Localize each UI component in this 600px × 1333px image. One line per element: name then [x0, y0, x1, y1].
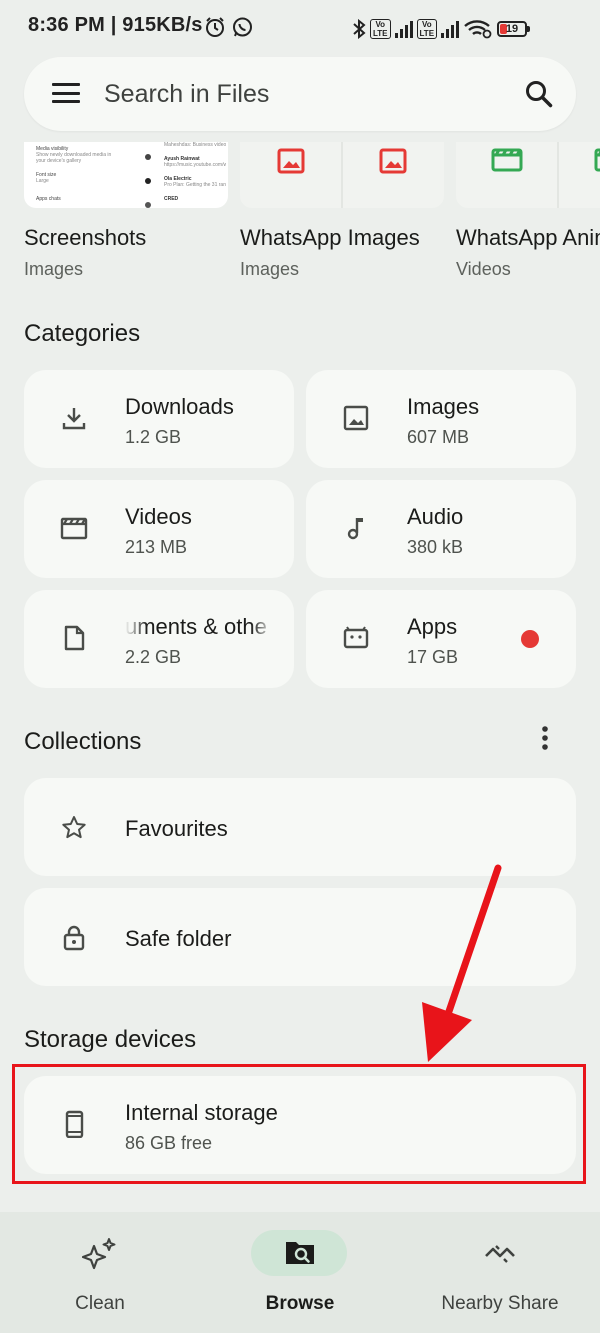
category-size: 380 kB	[407, 537, 464, 557]
search-placeholder[interactable]: Search in Files	[104, 80, 269, 109]
bottom-navigation: Clean Browse Nearby Share	[0, 1212, 600, 1333]
preview-line: Apps chats	[36, 196, 61, 202]
category-name: Audio	[407, 504, 464, 529]
category-apps[interactable]: Apps 17 GB	[306, 590, 576, 688]
nav-nearby-share[interactable]: Nearby Share	[400, 1212, 600, 1333]
highlight-annotation-box	[12, 1064, 586, 1184]
browse-folder-icon	[286, 1242, 314, 1264]
lock-icon	[63, 925, 85, 951]
category-documents[interactable]: uments & othe 2.2 GB	[24, 590, 294, 688]
sparkle-icon	[82, 1238, 116, 1270]
whatsapp-animated-gifs-thumbnail[interactable]	[456, 142, 600, 208]
nav-label: Nearby Share	[441, 1293, 559, 1314]
category-name-clip: uments & othe	[125, 610, 273, 644]
recent-subtitle: Images	[24, 259, 84, 279]
category-name: Videos	[125, 504, 192, 529]
categories-heading: Categories	[24, 320, 141, 347]
category-size: 17 GB	[407, 647, 459, 667]
category-images[interactable]: Images 607 MB	[306, 370, 576, 468]
category-videos[interactable]: Videos 213 MB	[24, 480, 294, 578]
image-icon	[343, 405, 369, 431]
category-size: 607 MB	[407, 427, 470, 447]
alarm-icon	[204, 16, 226, 43]
category-name: Downloads	[125, 394, 234, 419]
video-placeholder-icon	[491, 148, 523, 172]
recent-title[interactable]: Screenshots	[24, 225, 146, 251]
category-name: Apps	[407, 614, 458, 639]
status-icons: Vo LTE Vo LTE 19	[352, 16, 531, 42]
download-icon	[62, 408, 86, 430]
signal-icon-2	[441, 20, 460, 38]
search-bar[interactable]: Search in Files	[24, 57, 576, 131]
recent-title[interactable]: WhatsApp Images	[240, 225, 420, 251]
preview-line: Show newly downloaded media in your devi…	[36, 152, 112, 164]
nearby-share-icon	[485, 1245, 515, 1263]
preview-snippet: https://music.youtube.com/watch?v=...	[164, 162, 226, 168]
nav-clean[interactable]: Clean	[0, 1212, 200, 1333]
nav-label: Browse	[265, 1293, 335, 1314]
annotation-arrow	[422, 864, 502, 1062]
category-size: 213 MB	[125, 537, 188, 557]
movie-icon	[60, 517, 88, 540]
category-downloads[interactable]: Downloads 1.2 GB	[24, 370, 294, 468]
search-icon[interactable]	[524, 79, 554, 109]
category-name: Images	[407, 394, 480, 419]
recent-title-clip: WhatsApp Animated Gifs	[456, 220, 600, 254]
screenshots-thumbnail[interactable]: Media visibility Show newly downloaded m…	[24, 142, 228, 208]
preview-snippet: Pro Plan: Getting the 31 range...	[164, 182, 226, 188]
collections-heading: Collections	[24, 728, 142, 755]
android-icon	[343, 626, 369, 649]
nav-label: Clean	[75, 1293, 125, 1314]
image-placeholder-icon	[379, 148, 407, 174]
music-note-icon	[347, 518, 363, 540]
volte-icon-2: Vo LTE	[416, 19, 438, 39]
nav-browse[interactable]: Browse	[200, 1212, 400, 1333]
more-options-icon[interactable]	[534, 724, 556, 754]
recent-subtitle: Images	[240, 259, 300, 279]
preview-line: Large	[36, 178, 49, 184]
storage-devices-heading: Storage devices	[24, 1026, 197, 1053]
image-placeholder-icon	[277, 148, 305, 174]
volte-icon: Vo LTE	[370, 19, 391, 39]
recent-title[interactable]: WhatsApp Animated Gifs	[456, 225, 600, 251]
wifi-icon	[464, 20, 492, 39]
video-placeholder-icon	[594, 148, 600, 172]
star-icon	[62, 816, 86, 839]
document-icon	[64, 625, 85, 651]
category-size: 1.2 GB	[125, 427, 182, 447]
category-size: 2.2 GB	[125, 647, 182, 667]
recent-subtitle: Videos	[456, 259, 511, 279]
bluetooth-icon	[353, 19, 366, 39]
preview-chat-name: CRED	[164, 196, 179, 202]
whatsapp-icon	[232, 17, 253, 43]
collection-name: Favourites	[125, 816, 228, 841]
category-audio[interactable]: Audio 380 kB	[306, 480, 576, 578]
battery-icon: 19	[497, 21, 531, 37]
menu-icon[interactable]	[52, 83, 80, 103]
status-time: 8:36 PM | 915KB/s	[28, 14, 203, 36]
whatsapp-images-thumbnail[interactable]	[240, 142, 444, 208]
signal-icon	[394, 20, 413, 38]
collection-name: Safe folder	[125, 926, 232, 951]
preview-snippet: Maheshdas: Business video to 7% data...	[164, 142, 226, 148]
notification-dot	[521, 630, 539, 648]
